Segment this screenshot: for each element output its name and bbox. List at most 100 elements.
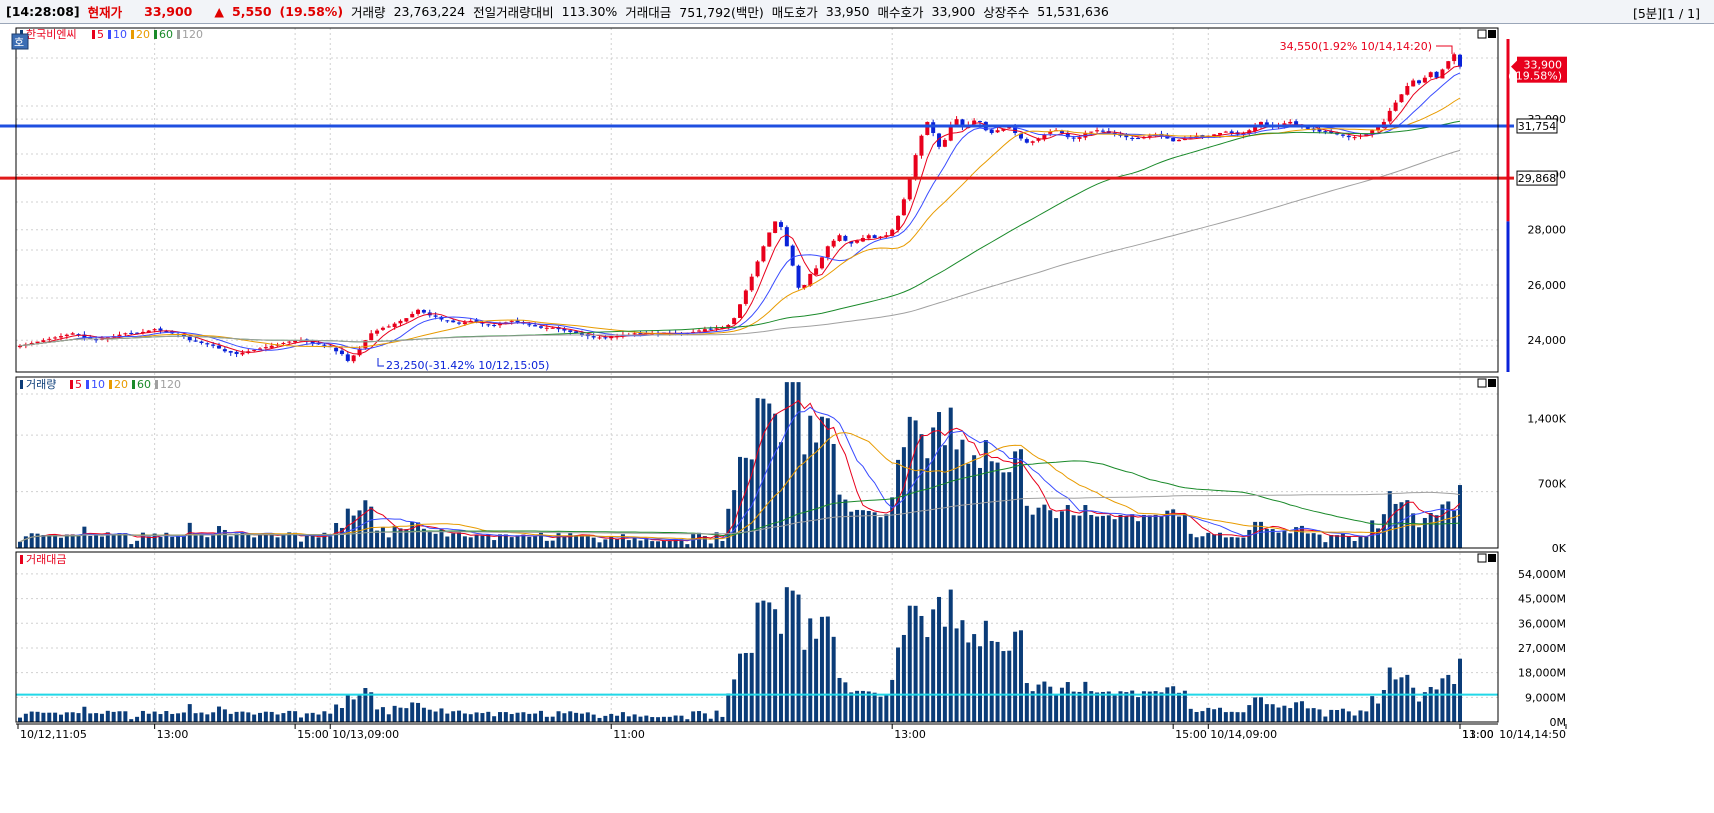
volume-bar[interactable] — [492, 540, 497, 548]
volume-bar[interactable] — [603, 539, 608, 548]
volume-bar[interactable] — [199, 534, 204, 548]
candle-body[interactable] — [263, 347, 268, 349]
candle-body[interactable] — [843, 235, 848, 241]
amount-bar[interactable] — [743, 652, 748, 722]
amount-bar[interactable] — [269, 711, 274, 722]
volume-bar[interactable] — [948, 407, 953, 548]
volume-bar[interactable] — [316, 537, 321, 548]
amount-bar[interactable] — [1288, 708, 1293, 722]
volume-bar[interactable] — [1095, 516, 1100, 548]
amount-bar[interactable] — [293, 711, 298, 722]
candle-body[interactable] — [123, 333, 128, 335]
amount-bar[interactable] — [1276, 707, 1281, 722]
amount-bar[interactable] — [281, 713, 286, 722]
amount-bar[interactable] — [978, 646, 982, 722]
amount-bar[interactable] — [656, 717, 661, 722]
candle-body[interactable] — [866, 235, 871, 239]
amount-bar[interactable] — [632, 714, 637, 722]
candle-body[interactable] — [1229, 131, 1234, 133]
volume-bar[interactable] — [1235, 537, 1240, 548]
candle-body[interactable] — [855, 240, 860, 243]
amount-bar[interactable] — [1270, 704, 1275, 722]
candle-body[interactable] — [222, 349, 227, 352]
amount-bar[interactable] — [1323, 716, 1328, 722]
candle-body[interactable] — [152, 329, 157, 331]
amount-bar[interactable] — [937, 596, 942, 722]
amount-bar[interactable] — [1141, 691, 1146, 722]
candle-body[interactable] — [533, 325, 538, 327]
amount-bar[interactable] — [1358, 710, 1363, 722]
volume-bar[interactable] — [942, 445, 947, 548]
volume-bar[interactable] — [995, 462, 1000, 548]
candle-body[interactable] — [942, 139, 947, 147]
amount-bar[interactable] — [591, 714, 596, 722]
amount-bar[interactable] — [1411, 687, 1416, 722]
amount-bar[interactable] — [1118, 691, 1123, 722]
amount-bar[interactable] — [258, 712, 262, 722]
amount-bar[interactable] — [574, 712, 579, 722]
volume-bar[interactable] — [720, 541, 725, 548]
amount-bar[interactable] — [457, 710, 462, 722]
amount-bar[interactable] — [1124, 692, 1129, 722]
candle-body[interactable] — [784, 227, 789, 247]
candle-body[interactable] — [211, 344, 216, 346]
amount-bar[interactable] — [808, 618, 813, 722]
amount-bar[interactable] — [1083, 681, 1088, 722]
amount-bar[interactable] — [907, 605, 912, 722]
candle-body[interactable] — [1317, 129, 1322, 132]
volume-bar[interactable] — [111, 533, 116, 548]
volume-bar[interactable] — [462, 536, 467, 548]
amount-bar[interactable] — [767, 602, 772, 722]
maximize-panel-icon[interactable] — [1477, 378, 1487, 388]
amount-bar[interactable] — [398, 707, 403, 722]
amount-bar[interactable] — [468, 714, 473, 722]
amount-bar[interactable] — [831, 636, 836, 722]
candle-body[interactable] — [1089, 131, 1094, 133]
candle-body[interactable] — [217, 345, 222, 349]
amount-bar[interactable] — [1264, 704, 1269, 722]
candle-body[interactable] — [527, 324, 532, 326]
amount-bar[interactable] — [41, 712, 46, 722]
volume-bar[interactable] — [1358, 535, 1363, 548]
volume-bar[interactable] — [644, 539, 649, 548]
volume-bar[interactable] — [615, 539, 620, 548]
amount-bar[interactable] — [544, 716, 549, 722]
amount-bar[interactable] — [773, 609, 778, 722]
volume-bar[interactable] — [1405, 500, 1410, 548]
amount-bar[interactable] — [1001, 651, 1006, 722]
candle-body[interactable] — [234, 351, 239, 355]
amount-bar[interactable] — [819, 616, 824, 722]
amount-bar[interactable] — [170, 713, 175, 722]
amount-bar[interactable] — [105, 710, 110, 722]
volume-bar[interactable] — [170, 536, 175, 548]
amount-bar[interactable] — [304, 713, 309, 722]
amount-bar[interactable] — [1077, 691, 1082, 722]
amount-bar[interactable] — [1258, 697, 1263, 722]
amount-bar[interactable] — [181, 712, 186, 722]
amount-bar[interactable] — [1153, 691, 1158, 722]
volume-bar[interactable] — [503, 534, 508, 548]
amount-bar[interactable] — [667, 716, 672, 722]
amount-panel[interactable]: 거래대금 — [16, 553, 1498, 722]
amount-bar[interactable] — [931, 609, 936, 722]
candle-body[interactable] — [954, 119, 959, 125]
amount-bar[interactable] — [1440, 678, 1445, 722]
amount-bar[interactable] — [1147, 691, 1152, 722]
candle-body[interactable] — [345, 354, 350, 361]
amount-bar[interactable] — [76, 713, 81, 722]
amount-bar[interactable] — [410, 702, 415, 722]
amount-bar[interactable] — [527, 713, 532, 722]
candle-body[interactable] — [538, 326, 543, 328]
candle-body[interactable] — [1294, 121, 1299, 125]
amount-bar[interactable] — [322, 711, 327, 722]
amount-bar[interactable] — [492, 716, 497, 722]
amount-bar[interactable] — [738, 653, 742, 722]
candle-body[interactable] — [404, 318, 409, 322]
volume-bar[interactable] — [457, 532, 462, 548]
candle-body[interactable] — [445, 320, 450, 322]
amount-bar[interactable] — [954, 628, 959, 722]
volume-bar[interactable] — [1428, 512, 1433, 548]
volume-bar[interactable] — [310, 535, 315, 548]
amount-bar[interactable] — [1218, 707, 1222, 722]
amount-bar[interactable] — [164, 711, 169, 722]
